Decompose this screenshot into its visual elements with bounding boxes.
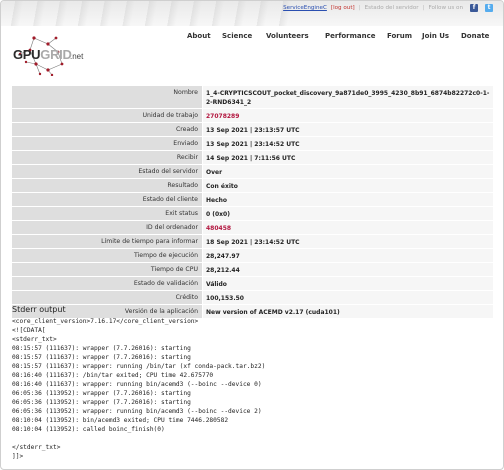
task-details-table: Nombre 1_4-CRYPTICSCOUT_pocket_discovery… [12, 86, 493, 319]
stderr-line: 08:16:40 (111637): wrapper: running bin/… [12, 381, 262, 388]
row-value: 28,247.97 [203, 249, 493, 262]
row-label: Estado de validación [12, 277, 203, 290]
table-row: Creado 13 Sep 2021 | 23:13:57 UTC [12, 123, 493, 137]
row-label: ID del ordenador [12, 221, 203, 234]
stderr-line: 08:10:04 (113952): called boinc_finish(0… [12, 426, 165, 433]
stderr-line: 06:05:36 (113952): wrapper: running bin/… [12, 408, 262, 415]
logout-link[interactable]: [log out] [331, 5, 355, 11]
row-value: 14 Sep 2021 | 7:11:56 UTC [203, 151, 493, 164]
separator: | [358, 5, 361, 11]
row-value: 1_4-CRYPTICSCOUT_pocket_discovery_9a871d… [203, 86, 493, 108]
stderr-line: ]]> [12, 453, 24, 460]
row-label: Enviado [12, 137, 203, 150]
stderr-line: <stderr_txt> [12, 336, 57, 343]
row-label: Crédito [12, 291, 203, 304]
row-value: 13 Sep 2021 | 23:14:52 UTC [203, 137, 493, 150]
table-row: Tiempo de CPU 28,212.44 [12, 263, 493, 277]
row-value: Over [203, 165, 493, 178]
row-value: Con éxito [203, 179, 493, 192]
table-row: Resultado Con éxito [12, 179, 493, 193]
twitter-icon[interactable]: t [485, 4, 493, 12]
row-value: 28,212.44 [203, 263, 493, 276]
user-link[interactable]: ServiceEngineC [283, 5, 327, 11]
facebook-icon[interactable]: f [470, 4, 478, 12]
row-label: Exit status [12, 207, 203, 220]
main-nav: About Science Volunteers Performance For… [1, 32, 503, 44]
page-frame: ServiceEngineC [log out] | Estado del se… [0, 0, 504, 470]
stderr-line: </stderr_txt> [12, 444, 61, 451]
table-row: Exit status 0 (0x0) [12, 207, 493, 221]
table-row: Unidad de trabajo 27078289 [12, 109, 493, 123]
table-row: Tiempo de ejecución 28,247.97 [12, 249, 493, 263]
table-row: ID del ordenador 480458 [12, 221, 493, 235]
stderr-line: 06:05:36 (113952): wrapper (7.7.26016): … [12, 399, 191, 406]
nav-science[interactable]: Science [222, 32, 252, 40]
table-row: Nombre 1_4-CRYPTICSCOUT_pocket_discovery… [12, 86, 493, 109]
table-row: Estado del cliente Hecho [12, 193, 493, 207]
follow-label: Follow us on [428, 5, 463, 11]
row-label: Tiempo de CPU [12, 263, 203, 276]
row-label: Creado [12, 123, 203, 136]
nav-performance[interactable]: Performance [325, 32, 376, 40]
table-row: Recibir 14 Sep 2021 | 7:11:56 UTC [12, 151, 493, 165]
row-label: Recibir [12, 151, 203, 164]
row-label: Límite de tiempo para informar [12, 235, 203, 248]
stderr-line: 08:16:40 (111637): /bin/tar exited; CPU … [12, 372, 214, 379]
table-row: Crédito 100,153.50 [12, 291, 493, 305]
row-value: 100,153.50 [203, 291, 493, 304]
row-value: 0 (0x0) [203, 207, 493, 220]
separator: | [422, 5, 425, 11]
row-label: Unidad de trabajo [12, 109, 203, 122]
row-value: Válido [203, 277, 493, 290]
table-row: Enviado 13 Sep 2021 | 23:14:52 UTC [12, 137, 493, 151]
table-row: Estado de validación Válido [12, 277, 493, 291]
stderr-line: 08:15:57 (111637): wrapper (7.7.26016): … [12, 345, 191, 352]
row-label: Tiempo de ejecución [12, 249, 203, 262]
logo-suffix: .net [70, 52, 84, 61]
stderr-line: <core_client_version>7.16.17</core_clien… [12, 318, 199, 325]
stderr-line: 08:10:04 (113952): bin/acemd3 exited; CP… [12, 417, 229, 424]
workunit-link[interactable]: 27078289 [203, 109, 493, 122]
nav-donate[interactable]: Donate [461, 32, 489, 40]
stderr-heading: Stderr output [12, 305, 66, 314]
row-label: Resultado [12, 179, 203, 192]
logo-text: GPUGRID [13, 47, 72, 62]
top-bar: ServiceEngineC [log out] | Estado del se… [1, 1, 503, 26]
stderr-line: <![CDATA[ [12, 327, 46, 334]
server-status-link[interactable]: Estado del servidor [365, 5, 419, 11]
table-row: Estado del servidor Over [12, 165, 493, 179]
top-bar-decoration [1, 1, 301, 26]
row-value: 18 Sep 2021 | 23:14:52 UTC [203, 235, 493, 248]
stderr-line: 08:15:57 (111637): wrapper: running /bin… [12, 363, 266, 370]
nav-about[interactable]: About [187, 32, 211, 40]
row-value: 13 Sep 2021 | 23:13:57 UTC [203, 123, 493, 136]
nav-forum[interactable]: Forum [387, 32, 412, 40]
nav-join-us[interactable]: Join Us [422, 32, 449, 40]
top-links: ServiceEngineC [log out] | Estado del se… [283, 4, 493, 12]
stderr-output: <core_client_version>7.16.17</core_clien… [12, 317, 492, 461]
row-label: Estado del servidor [12, 165, 203, 178]
table-row: Límite de tiempo para informar 18 Sep 20… [12, 235, 493, 249]
nav-volunteers[interactable]: Volunteers [266, 32, 309, 40]
row-value: Hecho [203, 193, 493, 206]
row-label: Nombre [12, 86, 203, 108]
stderr-line: 08:15:57 (111637): wrapper (7.7.26016): … [12, 354, 191, 361]
row-label: Estado del cliente [12, 193, 203, 206]
stderr-line [12, 434, 492, 443]
computer-id-link[interactable]: 480458 [203, 221, 493, 234]
stderr-line: 06:05:36 (113952): wrapper (7.7.26016): … [12, 390, 191, 397]
